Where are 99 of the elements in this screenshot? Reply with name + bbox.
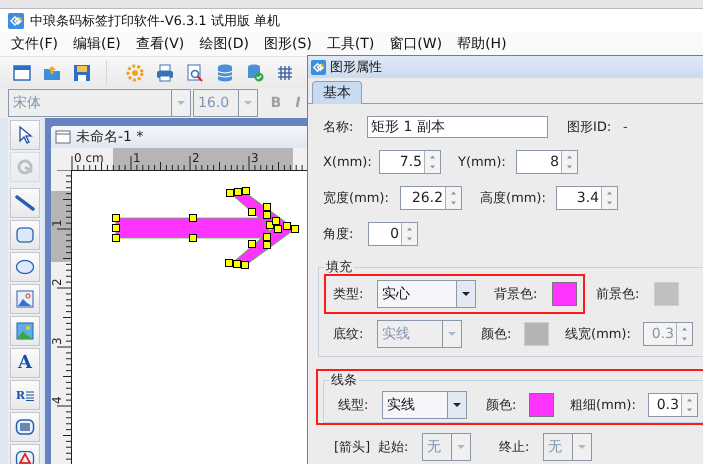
menu-item[interactable]: 窗口(W) [384,35,448,53]
field-label: 线宽(mm): [565,326,632,343]
down-arrow-icon [452,402,462,408]
tool-button[interactable]: R [10,380,40,410]
name-field[interactable]: 矩形 1 副本 [367,116,548,138]
toolbar-button[interactable] [72,62,92,82]
ruler-label: 1 [133,151,141,165]
field-label: 前景色: [596,286,640,303]
down-arrow-icon [456,444,466,450]
selection-handle[interactable] [189,234,197,242]
dropdown[interactable]: 实心 [377,280,476,308]
ruler-label: 2 [51,278,64,286]
toolbar-button[interactable] [155,62,175,82]
menu-item[interactable]: 文件(F) [6,35,63,53]
ruler-label: 1 [51,219,64,227]
printer-icon [155,62,175,82]
down-arrow-icon [447,331,457,337]
toolbar-button[interactable] [245,62,265,82]
color-swatch[interactable] [654,282,679,306]
barcode-icon [15,418,35,436]
text-tool-icon: A [18,354,32,372]
save-icon [72,62,92,82]
field-label: 终止: [499,439,530,456]
window-icon [55,130,71,144]
group-title: 填充 [325,259,353,276]
spinner-field[interactable]: 8 [516,150,578,174]
field-label: 背景色: [494,286,538,303]
down-arrow-icon [461,291,471,297]
ruler-label: 3 [251,151,259,165]
ruler-label: 0 cm [74,151,104,165]
tab[interactable]: 基本 [312,81,362,104]
window-title: 中琅条码标签打印软件-V6.3.1 试用版 单机 [30,12,280,30]
app-logo-icon [8,12,24,28]
tool-button[interactable] [10,316,40,346]
field-label: [箭头] [334,439,372,456]
field-label: 名称: [323,119,354,136]
tool-button[interactable]: A [10,348,40,378]
down-arrow-icon [577,444,587,450]
spinner-field[interactable]: 3.4 [556,186,618,210]
field-label: 线型: [338,397,370,414]
field-label: Y(mm): [458,154,507,170]
field-label: 类型: [333,286,364,303]
spinner-field[interactable]: 26.2 [400,186,462,210]
toolbar-button[interactable] [215,62,235,82]
field-label: 图形ID: [567,119,612,136]
rotate-icon [16,158,34,176]
field-label: 粗细(mm): [570,397,637,414]
tool-button[interactable] [10,220,40,250]
image-icon [16,290,34,308]
field-label: 高度(mm): [480,190,547,207]
down-arrow-icon [176,100,186,106]
field-label: 底纹: [333,326,364,343]
warning-triangle-icon [15,450,35,464]
database-check-icon [245,62,265,82]
toolbar-button[interactable] [12,62,32,82]
rounded-rectangle-icon [15,226,35,244]
menu-item[interactable]: 查看(V) [130,35,190,53]
color-swatch[interactable] [524,322,549,346]
ellipse-icon [15,259,35,275]
ruler-label: 4 [51,396,64,404]
ruler-label: 3 [51,337,64,345]
print-preview-icon [185,62,205,82]
menu-item[interactable]: 编辑(E) [68,35,126,53]
line-icon [15,194,35,212]
color-swatch[interactable] [529,393,554,417]
menu-item[interactable]: 绘图(D) [194,35,254,53]
gear-icon [125,62,145,82]
menu-item[interactable]: 工具(T) [322,35,380,53]
tool-button[interactable] [10,188,40,218]
down-arrow-icon [243,100,253,106]
menu-item[interactable]: 帮助(H) [452,35,512,53]
toolbar-button[interactable] [185,62,205,82]
pointer-icon [17,126,33,144]
field-label: 颜色: [481,326,512,343]
spinner-field[interactable]: 0 [368,222,418,246]
ruler-label: 2 [192,151,200,165]
picture-icon [16,322,34,340]
tool-button[interactable] [10,120,40,150]
spinner-field[interactable]: 7.5 [379,150,441,174]
field-label: X(mm): [323,154,373,170]
app-logo-icon [311,60,326,74]
tool-button[interactable] [10,284,40,314]
field-label: 宽度(mm): [323,190,390,207]
dialog-title: 图形属性 [330,59,382,76]
field-label: 颜色: [486,397,518,414]
tool-button[interactable] [10,412,40,442]
tool-button[interactable] [10,252,40,282]
field-label: 起始: [378,439,410,456]
ruler-selection-band [51,191,71,262]
menu-item[interactable]: 图形(S) [259,35,317,53]
dropdown[interactable]: 实线 [382,391,467,419]
group-title: 线条 [330,372,358,389]
shape-id-value: - [623,120,628,134]
window-icon [12,62,32,82]
spinner-field[interactable]: 0.3 [648,393,698,417]
database-icon [215,62,235,82]
color-swatch[interactable] [552,282,577,306]
field-label: 角度: [323,226,354,243]
selection-handle[interactable] [189,214,197,222]
